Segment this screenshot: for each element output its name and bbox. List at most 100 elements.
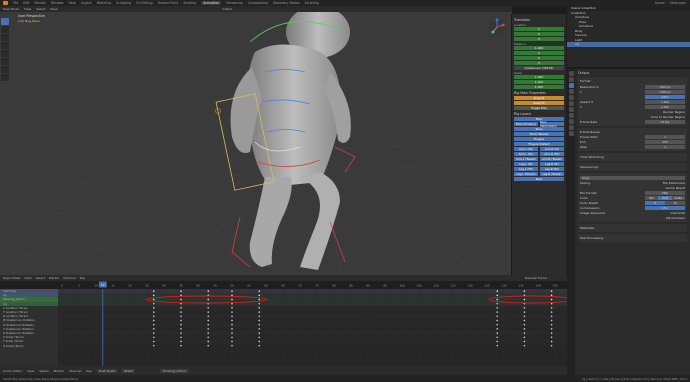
layer-leg-l-fk[interactable]: Leg.L (FK)	[514, 167, 538, 171]
location-x-field[interactable]: 0	[514, 27, 564, 31]
tab-shading[interactable]: Shading	[183, 1, 196, 5]
dopesheet-menu-key[interactable]: Key	[80, 276, 85, 280]
menu-file[interactable]: File	[13, 1, 18, 5]
scene-selector[interactable]: Scene	[655, 1, 665, 5]
layer-fingers-detail[interactable]: Fingers (Detail)	[514, 142, 564, 146]
layer-arm-r-ik[interactable]: Arm.R (IK)	[540, 147, 564, 151]
location-z-field[interactable]: 0	[514, 37, 564, 41]
outliner-row-selected[interactable]: rig	[567, 42, 690, 47]
compression-slider[interactable]: 15%	[645, 205, 685, 210]
scale-y-field[interactable]: 1.000	[514, 80, 564, 84]
frame-step-field[interactable]: 1	[645, 144, 685, 149]
bone-tab-icon[interactable]	[568, 131, 574, 136]
transform-tool-icon[interactable]	[1, 58, 9, 65]
action-menu-channel[interactable]: Channel	[69, 369, 81, 373]
tab-scripting[interactable]: Scripting	[305, 1, 319, 5]
post-processing-section[interactable]: Post Processing	[578, 234, 687, 242]
color-rgb-button[interactable]: RGB	[658, 195, 672, 200]
color-depth-16-button[interactable]: 16	[665, 200, 685, 205]
menu-view[interactable]: View	[24, 7, 31, 11]
view-layer-tab-icon[interactable]	[568, 89, 574, 94]
render-region-checkbox[interactable]: Render Region	[663, 110, 685, 114]
tab-geometry-nodes[interactable]: Geometry Nodes	[273, 1, 300, 5]
scale-tool-icon[interactable]	[1, 50, 9, 57]
layer-root[interactable]: Root	[514, 177, 564, 181]
push-down-button[interactable]: Push Down	[96, 368, 118, 373]
dopesheet-mode-dropdown[interactable]: Dope Sheet	[3, 276, 21, 280]
mode-dropdown[interactable]: Pose Mode	[3, 7, 19, 11]
cursor-tool-icon[interactable]	[1, 26, 9, 33]
tab-sculpting[interactable]: Sculpting	[116, 1, 131, 5]
measure-tool-icon[interactable]	[1, 74, 9, 81]
menu-render[interactable]: Render	[35, 1, 46, 5]
tab-compositing[interactable]: Compositing	[248, 1, 268, 5]
snap-ik-button[interactable]: Snap IK	[514, 96, 564, 100]
constraint-tab-icon[interactable]	[568, 119, 574, 124]
dopesheet-menu-marker[interactable]: Marker	[49, 276, 59, 280]
action-name-field[interactable]: Running_Action	[159, 368, 189, 373]
location-y-field[interactable]: 0	[514, 32, 564, 36]
transform-orientation[interactable]: Global	[222, 7, 232, 11]
action-menu-key[interactable]: Key	[86, 369, 91, 373]
toggle-pole-button[interactable]: Toggle Pole	[514, 106, 564, 110]
rotation-mode-dropdown[interactable]: Quaternion (WXYZ)	[514, 66, 564, 70]
layer-torso[interactable]: Torso	[514, 127, 564, 131]
stereoscopy-section[interactable]: Stereoscopy	[578, 163, 687, 171]
color-rgba-button[interactable]: RGBA	[672, 195, 685, 200]
tab-uv-editing[interactable]: UV Editing	[136, 1, 153, 5]
blender-logo-icon[interactable]	[3, 1, 8, 5]
tab-rendering[interactable]: Rendering	[226, 1, 242, 5]
color-bw-button[interactable]: BW	[645, 195, 658, 200]
3d-viewport[interactable]: User Perspective (12) Bag_Base	[0, 12, 512, 275]
rig-main-properties-title[interactable]: Rig Main Properties	[514, 91, 564, 95]
aspect-x-field[interactable]: 1.000	[645, 99, 685, 104]
transform-panel-title[interactable]: Transform	[514, 18, 564, 22]
annotate-tool-icon[interactable]	[1, 66, 9, 73]
tab-modeling[interactable]: Modeling	[97, 1, 112, 5]
snap-fk-button[interactable]: Snap FK	[514, 101, 564, 105]
menu-pose[interactable]: Pose	[50, 7, 57, 11]
dopesheet-menu-channel[interactable]: Channel	[63, 276, 75, 280]
layer-leg-l-ik[interactable]: Leg.L (IK)	[514, 162, 538, 166]
tab-layout[interactable]: Layout	[81, 1, 92, 5]
action-editor-dropdown[interactable]: Action Editor	[3, 369, 22, 373]
metadata-section[interactable]: Metadata	[578, 224, 687, 232]
file-extensions-checkbox[interactable]: File Extensions	[663, 181, 685, 185]
time-stretching-section[interactable]: Time Stretching	[578, 153, 687, 161]
channel-fcurve[interactable]: Z Scale (Torso)	[0, 343, 58, 348]
layer-fingers[interactable]: Fingers	[514, 137, 564, 141]
move-tool-icon[interactable]	[1, 34, 9, 41]
resolution-percent-field[interactable]: 100%	[645, 94, 685, 99]
layer-leg-r-ik[interactable]: Leg.R (IK)	[540, 162, 564, 166]
output-tab-icon[interactable]	[568, 83, 574, 88]
action-menu-marker[interactable]: Marker	[54, 369, 64, 373]
format-title[interactable]: Format	[580, 79, 685, 83]
layer-leg-r-fk[interactable]: Leg.R (FK)	[540, 167, 564, 171]
menu-select[interactable]: Select	[36, 7, 45, 11]
color-depth-8-button[interactable]: 8	[645, 200, 665, 205]
frame-end-field[interactable]: 250	[645, 139, 685, 144]
tab-animation[interactable]: Animation	[201, 1, 222, 5]
scene-tab-icon[interactable]	[568, 95, 574, 100]
dopesheet-menu-select[interactable]: Select	[36, 276, 45, 280]
rotate-tool-icon[interactable]	[1, 42, 9, 49]
layer-leg-l-tweak[interactable]: Leg.L (Tweak)	[514, 172, 538, 176]
viewlayer-selector[interactable]: ViewLayer	[670, 1, 686, 5]
stash-button[interactable]: Stash	[122, 368, 135, 373]
tab-texture-paint[interactable]: Texture Paint	[158, 1, 179, 5]
tool-tab-icon[interactable]	[568, 71, 574, 76]
layer-arm-l-fk[interactable]: Arm.L (FK)	[514, 152, 538, 156]
frame-rate-dropdown[interactable]: 24 fps	[645, 119, 685, 124]
dopesheet-menu-view[interactable]: View	[25, 276, 32, 280]
scale-z-field[interactable]: 1.000	[514, 85, 564, 89]
resolution-y-field[interactable]: 1080 px	[645, 89, 685, 94]
layer-face-secondary[interactable]: Face (Secondary)	[540, 120, 564, 128]
action-menu-select[interactable]: Select	[39, 369, 48, 373]
render-tab-icon[interactable]	[568, 77, 574, 82]
select-tool-icon[interactable]	[1, 18, 9, 25]
scale-x-field[interactable]: 1.000	[514, 75, 564, 79]
data-tab-icon[interactable]	[568, 125, 574, 130]
layer-leg-r-tweak[interactable]: Leg.R (Tweak)	[540, 172, 564, 176]
cache-result-checkbox[interactable]: Cache Result	[665, 186, 685, 190]
rotation-w-field[interactable]: 1.000	[514, 46, 564, 50]
